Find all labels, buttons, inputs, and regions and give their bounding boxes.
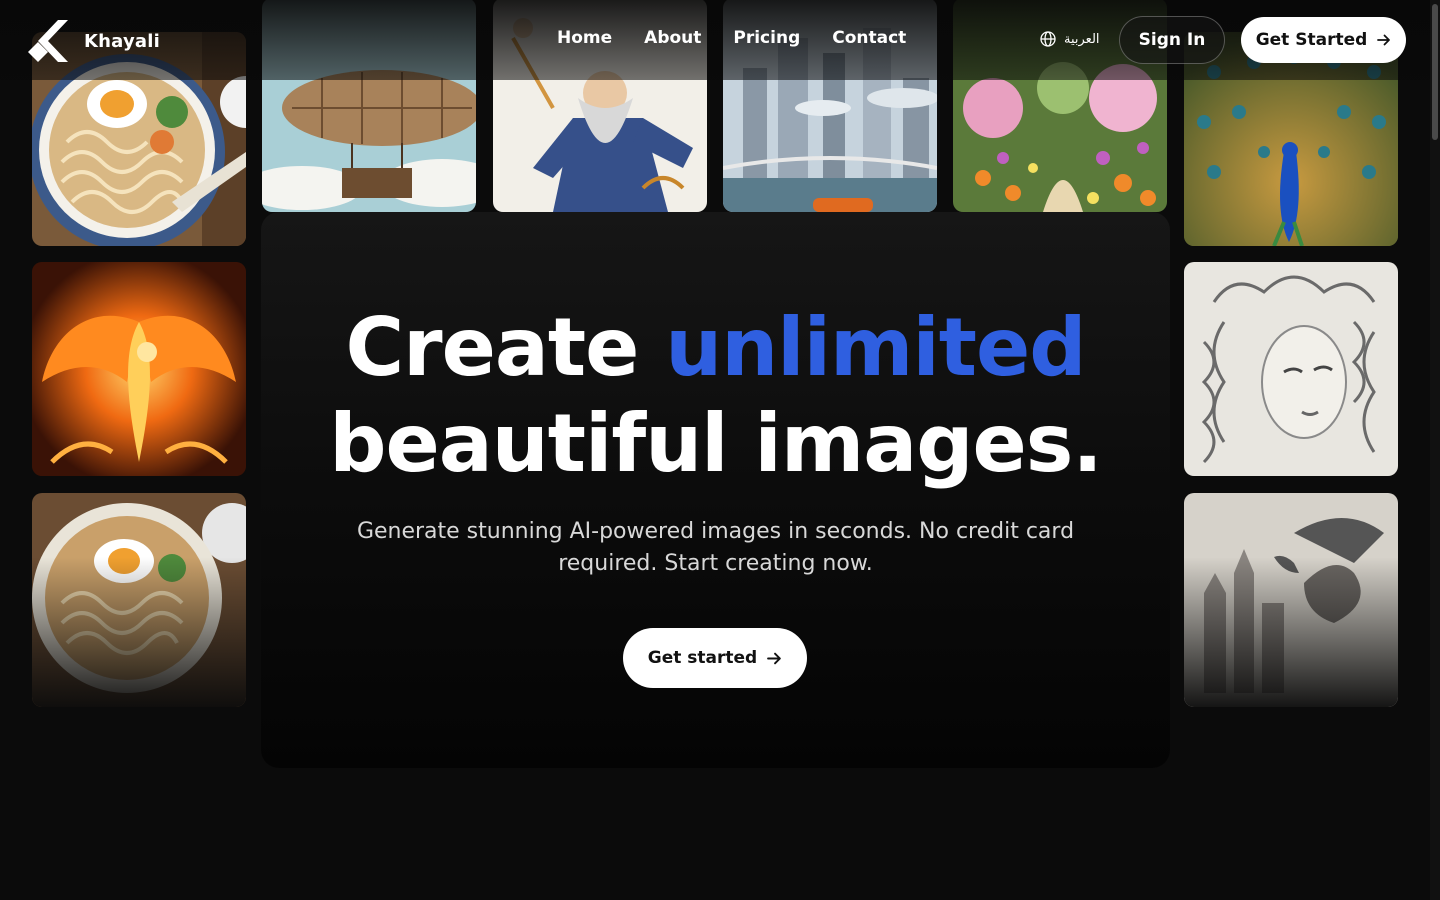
nav-link-about[interactable]: About (644, 28, 701, 48)
get-started-nav-label: Get Started (1255, 30, 1368, 50)
get-started-nav-button[interactable]: Get Started (1241, 17, 1406, 63)
dragon-castle-sketch-image (1184, 493, 1398, 707)
brand-home-link[interactable]: Khayali (26, 20, 160, 62)
woman-sketch-image (1184, 262, 1398, 476)
arrow-right-icon (1377, 34, 1391, 46)
scrollbar-thumb[interactable] (1432, 4, 1438, 140)
hero-title-accent: unlimited (665, 301, 1086, 394)
top-navbar: Khayali Home About Pricing Contact العرب… (0, 0, 1440, 80)
nav-link-pricing[interactable]: Pricing (733, 28, 800, 48)
brand-name: Khayali (84, 30, 160, 52)
gallery-tile-woman-sketch (1184, 262, 1398, 476)
arrow-right-icon (767, 652, 782, 664)
gallery-tile-dragon (1184, 493, 1398, 707)
hero-subtitle: Generate stunning AI-powered images in s… (356, 519, 1075, 576)
hero-card: Create unlimited beautiful images. Gener… (261, 212, 1170, 768)
chevron-left-logo-icon (28, 20, 68, 62)
language-label: العربية (1064, 31, 1100, 47)
nav-link-contact[interactable]: Contact (832, 28, 906, 48)
get-started-hero-button[interactable]: Get started (623, 628, 807, 688)
hero-title-part2: beautiful images. (329, 397, 1102, 490)
nav-link-home[interactable]: Home (557, 28, 612, 48)
main-nav: Home About Pricing Contact (557, 28, 938, 48)
hero-title-part1: Create (345, 301, 639, 394)
language-switcher[interactable]: العربية (1040, 31, 1100, 47)
gallery-tile-ramen-2 (32, 493, 246, 707)
globe-icon (1040, 31, 1056, 47)
get-started-hero-label: Get started (647, 648, 758, 668)
phoenix-fire-image (32, 262, 246, 476)
page-scrollbar[interactable] (1430, 0, 1440, 900)
sign-in-button[interactable]: Sign In (1119, 16, 1225, 64)
hero-title: Create unlimited beautiful images. (261, 300, 1170, 492)
ramen-bowl-image (32, 493, 246, 707)
gallery-tile-phoenix (32, 262, 246, 476)
